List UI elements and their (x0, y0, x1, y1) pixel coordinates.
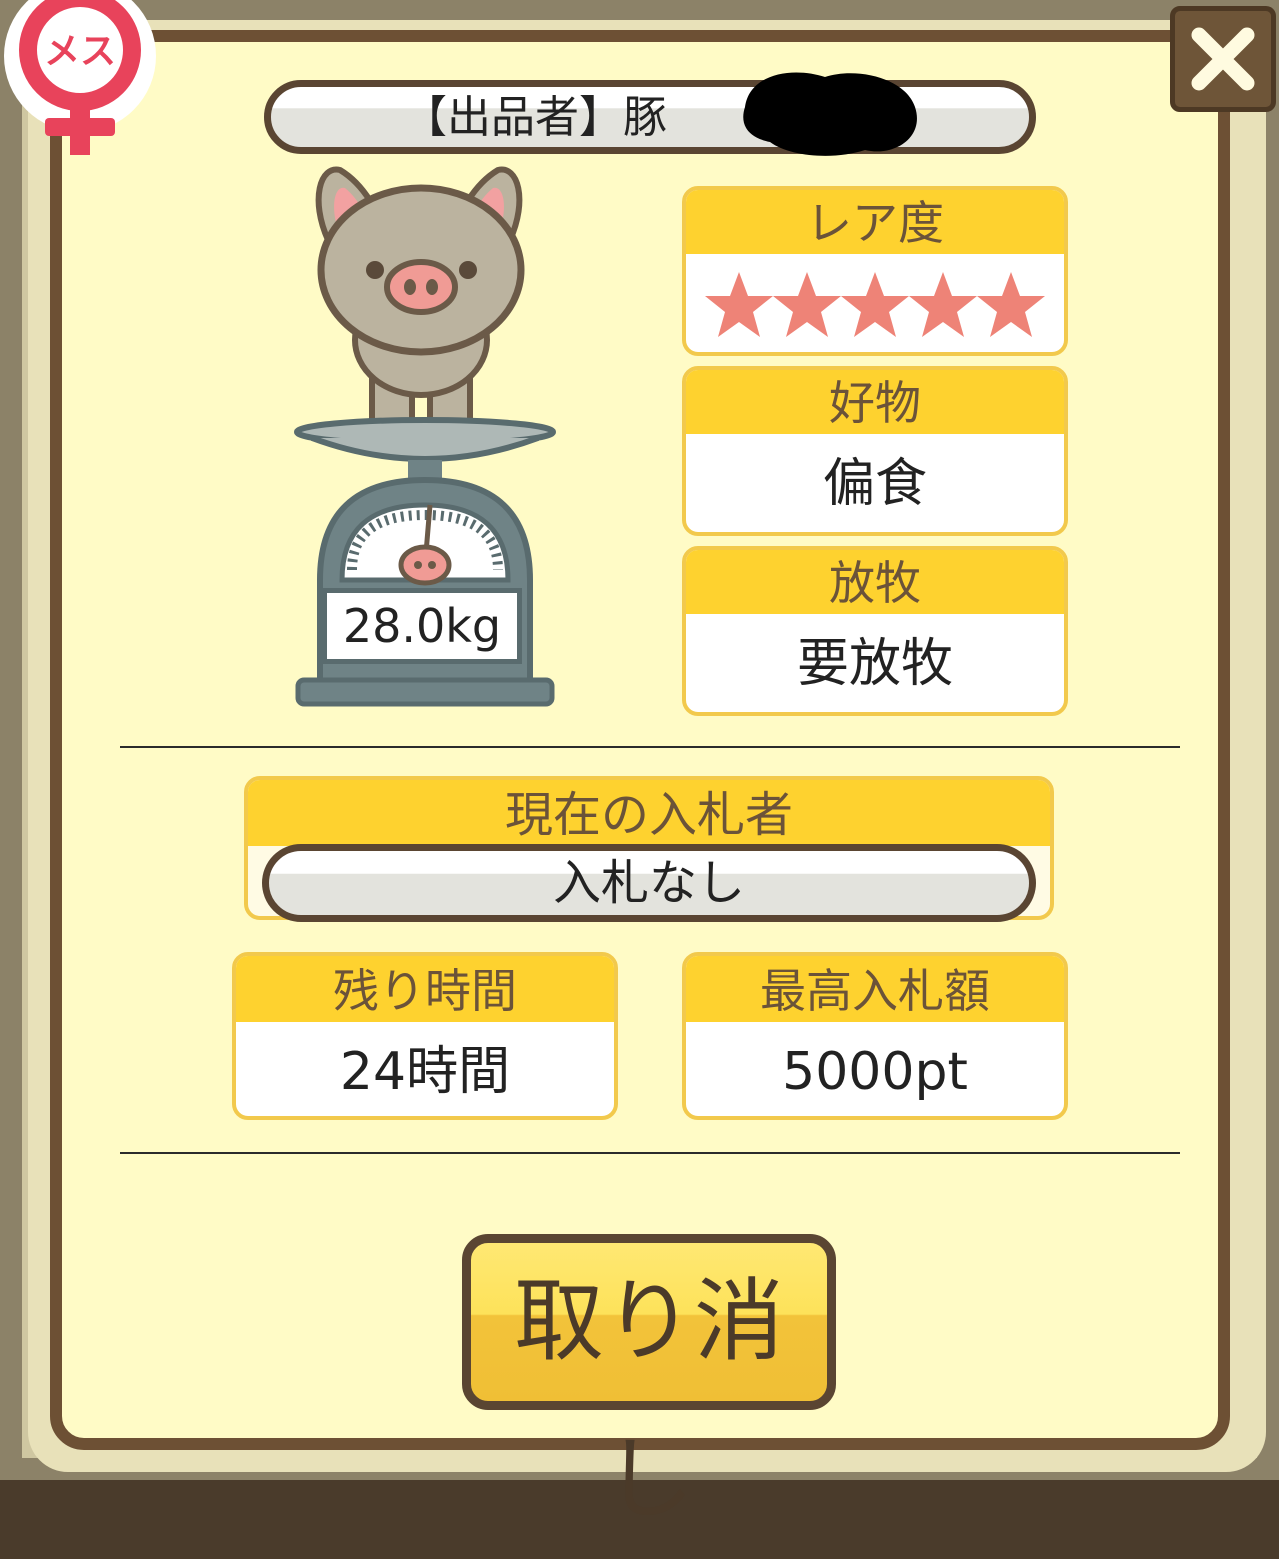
current-bidder-value: 入札なし (262, 844, 1036, 922)
female-symbol-icon: メス (4, 0, 156, 155)
highest-bid-header: 最高入札額 (686, 956, 1064, 1022)
favorite-food-card: 好物 偏食 (682, 366, 1068, 536)
star-icon (773, 272, 841, 337)
star-icon (705, 272, 773, 337)
close-icon (1191, 27, 1255, 91)
star-icon (977, 272, 1045, 337)
current-bidder-header: 現在の入札者 (248, 780, 1050, 846)
grazing-card: 放牧 要放牧 (682, 546, 1068, 716)
gender-badge-text: メス (44, 31, 116, 72)
divider-bottom (120, 1152, 1180, 1154)
divider-top (120, 746, 1180, 748)
remaining-time-value: 24時間 (339, 1042, 511, 1102)
cancel-button[interactable]: 取り消し (462, 1234, 836, 1532)
close-button[interactable] (1170, 6, 1276, 112)
grazing-header: 放牧 (686, 550, 1064, 614)
rarity-stars (686, 254, 1064, 344)
frame-strip-left (0, 0, 22, 1480)
favorite-header: 好物 (686, 370, 1064, 434)
highest-bid-card: 最高入札額 5000pt (682, 952, 1068, 1120)
favorite-value: 偏食 (822, 454, 927, 514)
remaining-time-card: 残り時間 24時間 (232, 952, 618, 1120)
star-icon (909, 272, 977, 337)
highest-bid-value: 5000pt (782, 1042, 968, 1102)
rarity-card: レア度 (682, 186, 1068, 356)
redaction-mark (743, 72, 917, 156)
frame-strip-top (0, 0, 1279, 22)
star-icon (841, 272, 909, 337)
rarity-header: レア度 (686, 190, 1064, 254)
weight-display: 28.0kg (322, 588, 522, 664)
remaining-time-header: 残り時間 (236, 956, 614, 1022)
grazing-value: 要放牧 (796, 634, 953, 694)
